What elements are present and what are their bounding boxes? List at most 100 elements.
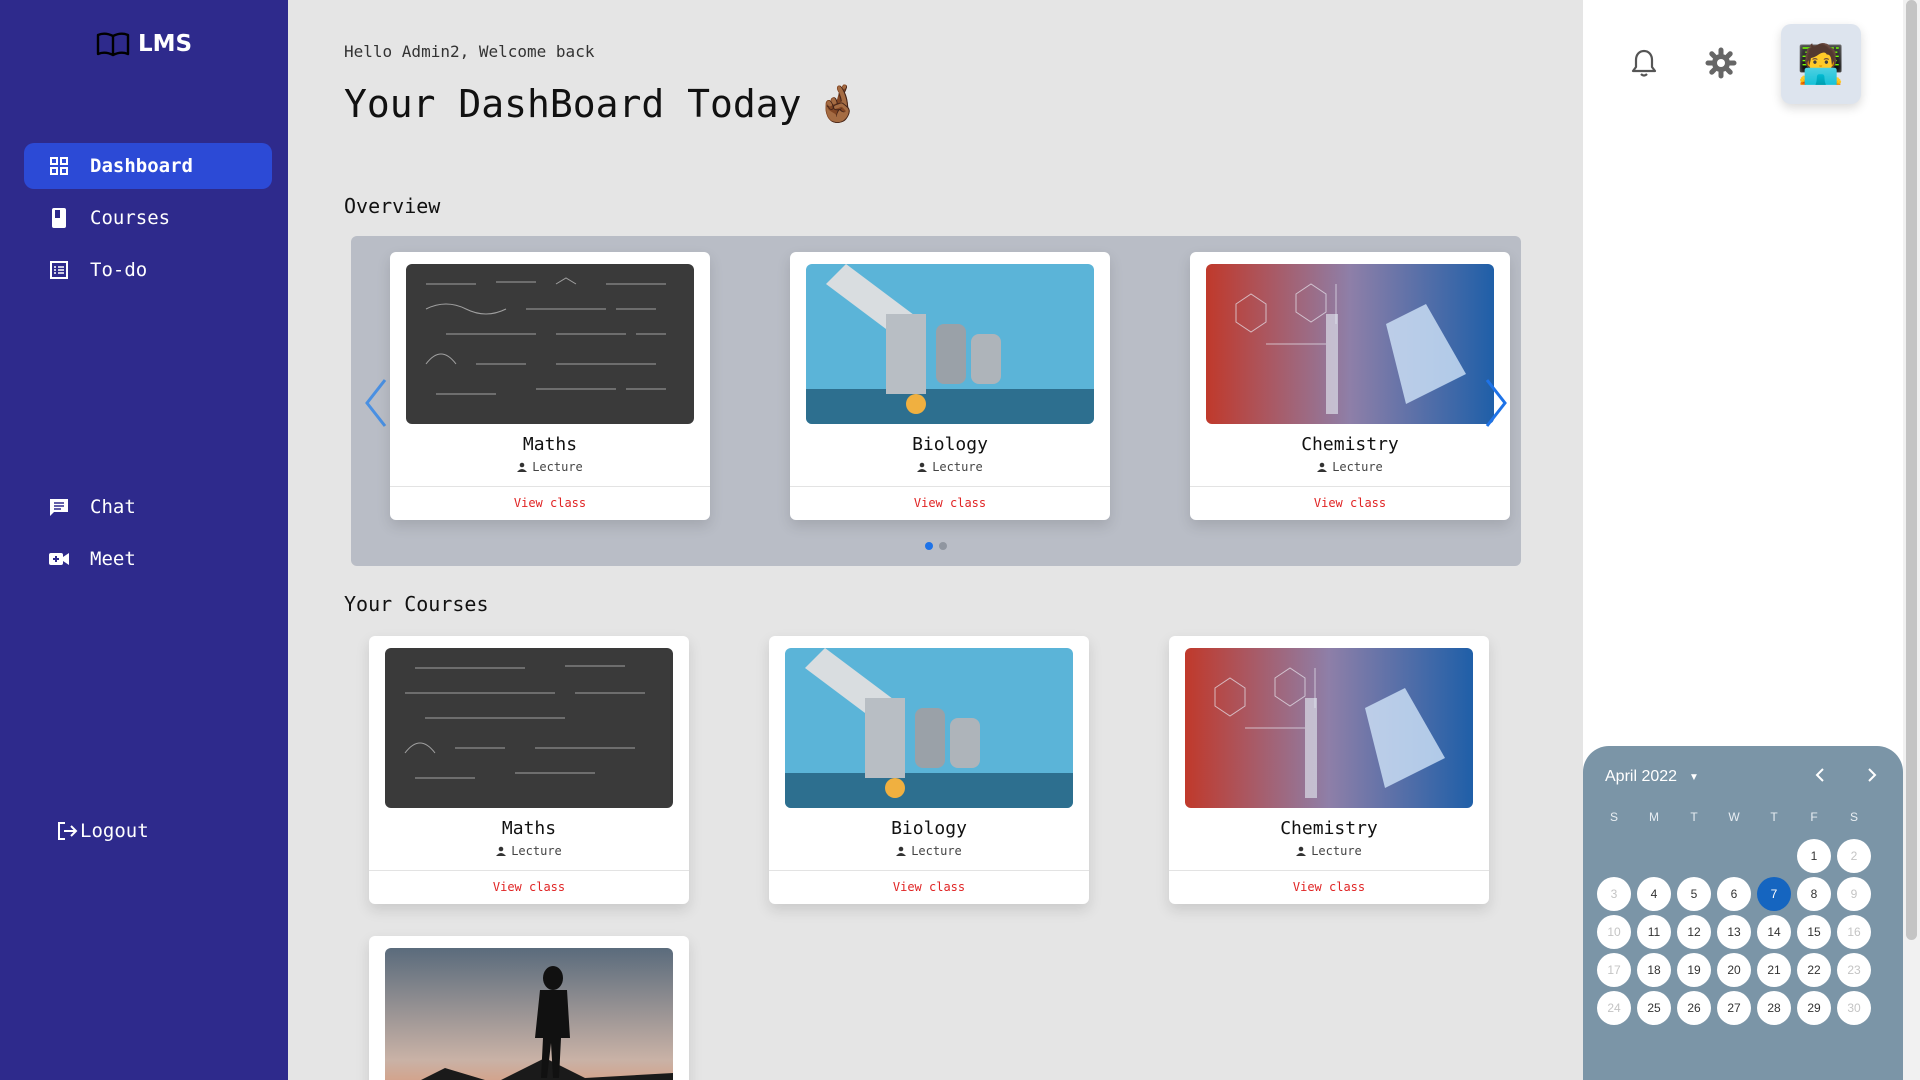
overview-card-chemistry: Chemistry Lecture View class [1190, 252, 1510, 520]
calendar-day[interactable]: 12 [1677, 915, 1711, 949]
sidebar-item-courses[interactable]: Courses [24, 195, 272, 241]
calendar-next-icon[interactable] [1863, 766, 1881, 789]
sidebar-item-label: Courses [90, 207, 171, 229]
chalkboard-image [406, 264, 694, 424]
page-title: Your DashBoard Today 🤞🏾 [344, 82, 860, 126]
calendar-weekday: T [1690, 810, 1698, 824]
course-type: Lecture [790, 460, 1110, 474]
list-icon [48, 259, 70, 281]
calendar-day[interactable]: 5 [1677, 877, 1711, 911]
carousel-prev-icon[interactable] [359, 376, 393, 430]
avatar-emoji: 🧑‍💻 [1797, 41, 1845, 86]
course-type-label: Lecture [932, 460, 983, 474]
video-icon [48, 548, 70, 570]
calendar-day[interactable]: 20 [1717, 953, 1751, 987]
calendar-prev-icon[interactable] [1811, 766, 1829, 789]
calendar-day[interactable]: 15 [1797, 915, 1831, 949]
page-title-text: Your DashBoard Today [344, 82, 802, 126]
calendar-day[interactable]: 14 [1757, 915, 1791, 949]
calendar-month-label: April 2022 [1605, 768, 1678, 785]
course-type-label: Lecture [532, 460, 583, 474]
calendar-day[interactable]: 18 [1637, 953, 1671, 987]
scrollbar-thumb[interactable] [1906, 0, 1917, 940]
calendar-day[interactable]: 19 [1677, 953, 1711, 987]
carousel-dot[interactable] [925, 542, 933, 550]
sidebar-item-meet[interactable]: Meet [24, 536, 272, 582]
course-type: Lecture [369, 844, 689, 858]
course-name: Chemistry [1280, 818, 1378, 839]
mountain-silhouette-image [385, 948, 673, 1080]
bell-icon[interactable] [1627, 46, 1661, 80]
logout-button[interactable]: Logout [56, 820, 149, 842]
microscope-image [806, 264, 1094, 424]
course-type: Lecture [1169, 844, 1489, 858]
chat-icon [48, 496, 70, 518]
view-class-link[interactable]: View class [1169, 880, 1489, 894]
calendar-day[interactable]: 28 [1757, 991, 1791, 1025]
calendar-day[interactable]: 8 [1797, 877, 1831, 911]
dropdown-arrow-icon: ▼ [1689, 771, 1699, 783]
course-type-label: Lecture [1332, 460, 1383, 474]
calendar-day[interactable]: 25 [1637, 991, 1671, 1025]
sidebar-item-chat[interactable]: Chat [24, 484, 272, 530]
sidebar-item-label: Dashboard [90, 155, 193, 177]
calendar-day[interactable]: 6 [1717, 877, 1751, 911]
person-icon [1296, 846, 1307, 856]
overview-card-biology: Biology Lecture View class [790, 252, 1110, 520]
person-icon [896, 846, 907, 856]
carousel-next-icon[interactable] [1479, 376, 1513, 430]
view-class-link[interactable]: View class [769, 880, 1089, 894]
sidebar-item-todo[interactable]: To-do [24, 247, 272, 293]
view-class-link[interactable]: View class [369, 880, 689, 894]
calendar-day[interactable]: 29 [1797, 991, 1831, 1025]
calendar-day[interactable]: 17 [1597, 953, 1631, 987]
sidebar-item-dashboard[interactable]: Dashboard [24, 143, 272, 189]
gear-icon[interactable] [1704, 46, 1738, 80]
calendar-day[interactable]: 21 [1757, 953, 1791, 987]
person-icon [917, 462, 928, 472]
view-class-link[interactable]: View class [790, 496, 1110, 510]
sidebar: LMS Dashboard Courses To-do Chat Meet Lo… [0, 0, 288, 1080]
calendar-day[interactable]: 10 [1597, 915, 1631, 949]
course-card-maths: Maths Lecture View class [369, 636, 689, 904]
course-card-4 [369, 936, 689, 1080]
calendar-day[interactable]: 11 [1637, 915, 1671, 949]
your-courses-heading: Your Courses [344, 592, 489, 616]
course-card-biology: Biology Lecture View class [769, 636, 1089, 904]
lab-flask-image [1206, 264, 1494, 424]
app-logo[interactable]: LMS [0, 30, 288, 58]
calendar-day[interactable]: 4 [1637, 877, 1671, 911]
calendar-day[interactable]: 9 [1837, 877, 1871, 911]
course-card-chemistry: Chemistry Lecture View class [1169, 636, 1489, 904]
calendar-day[interactable]: 24 [1597, 991, 1631, 1025]
calendar-day[interactable]: 2 [1837, 839, 1871, 873]
calendar-day[interactable]: 22 [1797, 953, 1831, 987]
view-class-link[interactable]: View class [1190, 496, 1510, 510]
sidebar-item-label: Meet [90, 548, 136, 570]
avatar[interactable]: 🧑‍💻 [1781, 24, 1861, 104]
carousel-dot[interactable] [939, 542, 947, 550]
open-book-icon [96, 32, 130, 57]
calendar-day[interactable]: 13 [1717, 915, 1751, 949]
overview-carousel: Maths Lecture View class Biology Lecture… [351, 236, 1521, 566]
book-icon [48, 207, 70, 229]
course-name: Maths [501, 818, 557, 839]
scrollbar[interactable] [1903, 0, 1920, 1080]
card-divider [369, 870, 689, 871]
calendar-month-selector[interactable]: April 2022 ▼ [1605, 768, 1699, 786]
calendar-day[interactable]: 16 [1837, 915, 1871, 949]
course-type-label: Lecture [1311, 844, 1362, 858]
logout-icon [58, 822, 78, 840]
greeting-text: Hello Admin2, Welcome back [344, 42, 595, 61]
chalkboard-image [385, 648, 673, 808]
calendar-day[interactable]: 23 [1837, 953, 1871, 987]
calendar-day[interactable]: 1 [1797, 839, 1831, 873]
calendar-day[interactable]: 26 [1677, 991, 1711, 1025]
calendar-day-today[interactable]: 7 [1757, 877, 1791, 911]
view-class-link[interactable]: View class [390, 496, 710, 510]
calendar-day[interactable]: 3 [1597, 877, 1631, 911]
calendar-day[interactable]: 27 [1717, 991, 1751, 1025]
card-divider [790, 486, 1110, 487]
calendar-day[interactable]: 30 [1837, 991, 1871, 1025]
main-content: Hello Admin2, Welcome back Your DashBoar… [288, 0, 1583, 1080]
